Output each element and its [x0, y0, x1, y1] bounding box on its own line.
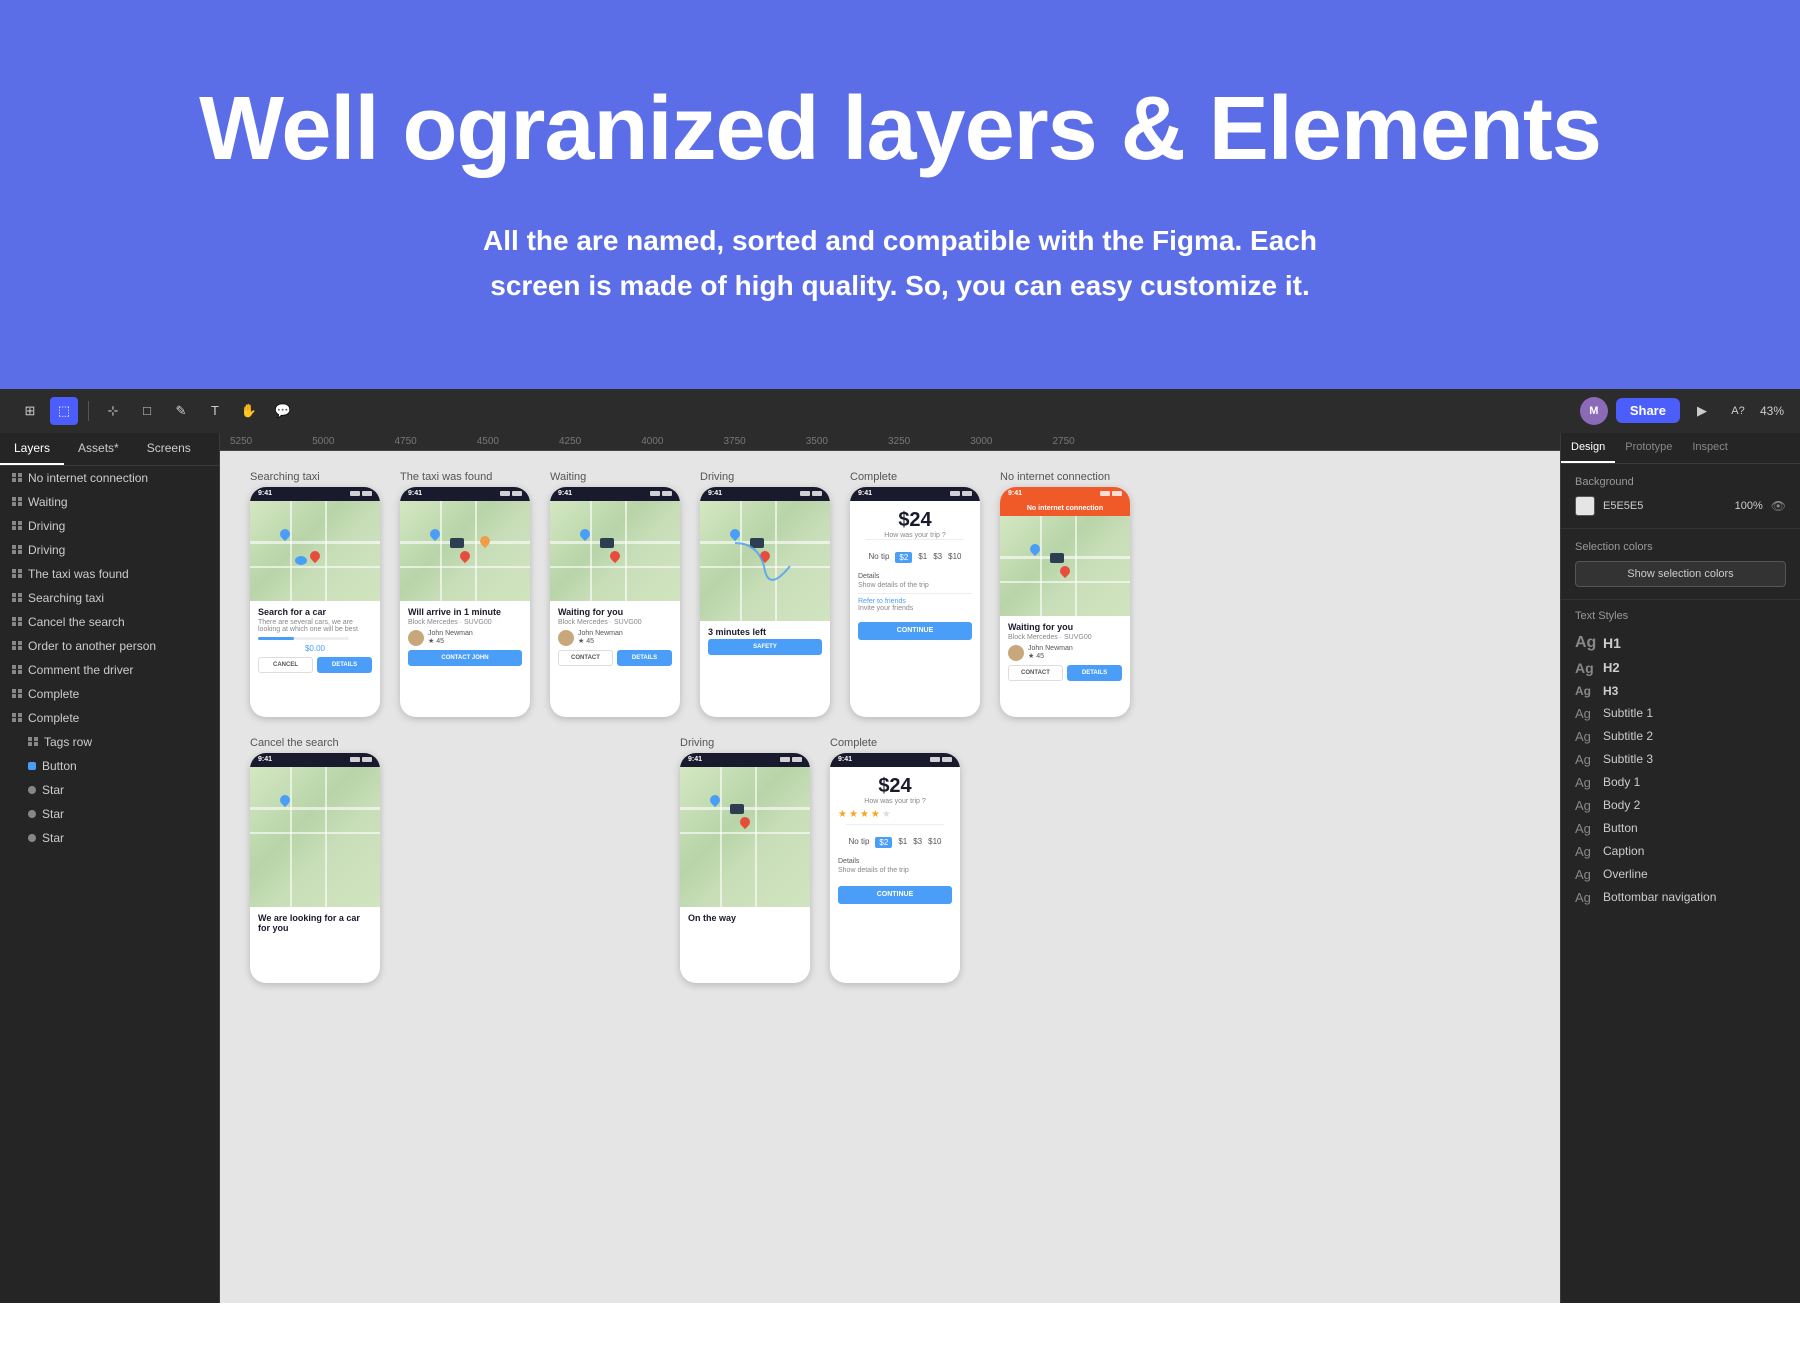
grid-tool-icon[interactable]: ⊞: [16, 397, 44, 425]
layer-waiting[interactable]: Waiting: [0, 490, 219, 514]
inspect-tab[interactable]: Inspect: [1682, 433, 1737, 463]
panel-tabs: Layers Assets* Screens: [0, 433, 219, 466]
phone-driving-2: 9:41 On the way: [680, 753, 810, 983]
screen-driving: Driving 9:41: [700, 471, 830, 717]
layer-button[interactable]: Button: [0, 754, 219, 778]
layer-comment-driver[interactable]: Comment the driver: [0, 658, 219, 682]
share-button[interactable]: Share: [1616, 398, 1680, 423]
phone-no-internet: 9:41 No internet connection Waiting for …: [1000, 487, 1130, 717]
frame-tool-icon[interactable]: ⬚: [50, 397, 78, 425]
layer-searching[interactable]: Searching taxi: [0, 586, 219, 610]
pen-tool-icon[interactable]: ✎: [167, 397, 195, 425]
screen-searching-taxi: Searching taxi 9:41 Search for a car: [250, 471, 380, 717]
text-styles-section: Text Styles Ag H1 Ag H2 Ag H3 Ag Subtitl…: [1561, 600, 1800, 919]
text-style-h1: Ag H1: [1575, 630, 1786, 656]
text-style-h3: Ag H3: [1575, 680, 1786, 702]
cursor-button[interactable]: A?: [1724, 397, 1752, 425]
screen-waiting: Waiting 9:41 Waiting for you Block: [550, 471, 680, 717]
phone-waiting: 9:41 Waiting for you Block Mercedes · SU…: [550, 487, 680, 717]
phone-cancel: 9:41 We are looking for a car for you: [250, 753, 380, 983]
layer-star-2[interactable]: Star: [0, 802, 219, 826]
selection-colors-section: Selection colors Show selection colors: [1561, 529, 1800, 600]
phone-complete-2: 9:41 $24 How was your trip ? ★★★★★ No ti…: [830, 753, 960, 983]
background-opacity-value: 100%: [1735, 500, 1763, 512]
layer-driving-2[interactable]: Driving: [0, 538, 219, 562]
layer-driving-1[interactable]: Driving: [0, 514, 219, 538]
screen-complete: Complete 9:41 $24 How was your trip ? No…: [850, 471, 980, 717]
text-style-body1: Ag Body 1: [1575, 771, 1786, 794]
hero-subtitle: All the are named, sorted and compatible…: [450, 219, 1350, 309]
layer-complete-1[interactable]: Complete: [0, 682, 219, 706]
background-color-value: E5E5E5: [1603, 500, 1727, 512]
phone-taxi-found: 9:41 Will arrive in 1 minute Block Merce…: [400, 487, 530, 717]
figma-body: Layers Assets* Screens No internet conne…: [0, 433, 1800, 1303]
screen-cancel-search: Cancel the search 9:41 We are looking fo…: [250, 737, 380, 983]
layer-tags-row[interactable]: Tags row: [0, 730, 219, 754]
layer-star-3[interactable]: Star: [0, 826, 219, 850]
layer-complete-2[interactable]: Complete: [0, 706, 219, 730]
toolbar-right: M Share ▶ A? 43%: [1580, 397, 1784, 425]
figma-toolbar: ⊞ ⬚ ⊹ □ ✎ T ✋ 💬 M Share ▶ A? 43%: [0, 389, 1800, 433]
hero-section: Well ogranized layers & Elements All the…: [0, 0, 1800, 389]
left-panel: Layers Assets* Screens No internet conne…: [0, 433, 220, 1303]
toolbar-sep-1: [88, 401, 89, 421]
text-style-caption: Ag Caption: [1575, 840, 1786, 863]
screens-tab[interactable]: Screens: [133, 433, 205, 465]
toolbar-left-tools: ⊞ ⬚ ⊹ □ ✎ T ✋ 💬: [16, 397, 297, 425]
play-button[interactable]: ▶: [1688, 397, 1716, 425]
text-tool-icon[interactable]: T: [201, 397, 229, 425]
comment-tool-icon[interactable]: 💬: [269, 397, 297, 425]
layer-star-1[interactable]: Star: [0, 778, 219, 802]
text-style-subtitle1: Ag Subtitle 1: [1575, 702, 1786, 725]
background-color-swatch[interactable]: [1575, 496, 1595, 516]
text-style-body2: Ag Body 2: [1575, 794, 1786, 817]
text-style-button: Ag Button: [1575, 817, 1786, 840]
frame-tool-2-icon[interactable]: □: [133, 397, 161, 425]
text-style-subtitle2: Ag Subtitle 2: [1575, 725, 1786, 748]
show-selection-colors-button[interactable]: Show selection colors: [1575, 561, 1786, 587]
right-panel-tabs: Design Prototype Inspect: [1561, 433, 1800, 464]
canvas-row-1: Searching taxi 9:41 Search for a car: [220, 451, 1560, 737]
phone-driving: 9:41 3 min: [700, 487, 830, 717]
right-panel: Design Prototype Inspect Background E5E5…: [1560, 433, 1800, 1303]
background-swatch-row: E5E5E5 100% 👁: [1575, 496, 1786, 516]
canvas-row-2: Cancel the search 9:41 We are looking fo…: [220, 737, 1560, 1003]
canvas-area: 5250 5000 4750 4500 4250 4000 3750 3500 …: [220, 433, 1560, 1303]
layer-cancel-search[interactable]: Cancel the search: [0, 610, 219, 634]
text-style-h2: Ag H2: [1575, 656, 1786, 680]
phone-searching: 9:41 Search for a car There are several …: [250, 487, 380, 717]
user-avatar: M: [1580, 397, 1608, 425]
phone-complete: 9:41 $24 How was your trip ? No tip$2 $1…: [850, 487, 980, 717]
layer-taxi-found[interactable]: The taxi was found: [0, 562, 219, 586]
screen-taxi-found: The taxi was found 9:41 Will arriv: [400, 471, 530, 717]
layer-no-internet[interactable]: No internet connection: [0, 466, 219, 490]
zoom-level[interactable]: 43%: [1760, 404, 1784, 418]
hero-title: Well ogranized layers & Elements: [20, 80, 1780, 179]
figma-section: ⊞ ⬚ ⊹ □ ✎ T ✋ 💬 M Share ▶ A? 43% Layers …: [0, 389, 1800, 1303]
assets-tab[interactable]: Assets*: [64, 433, 133, 465]
text-style-subtitle3: Ag Subtitle 3: [1575, 748, 1786, 771]
move-tool-icon[interactable]: ⊹: [99, 397, 127, 425]
prototype-tab[interactable]: Prototype: [1615, 433, 1682, 463]
screen-driving-2: Driving 9:41 On the way: [680, 737, 810, 983]
text-style-overline: Ag Overline: [1575, 863, 1786, 886]
screen-complete-2: Complete 9:41 $24 How was your trip ? ★★…: [830, 737, 960, 983]
text-style-bottombar: Ag Bottombar navigation: [1575, 886, 1786, 909]
layers-tab[interactable]: Layers: [0, 433, 64, 465]
layer-order-another[interactable]: Order to another person: [0, 634, 219, 658]
background-section: Background E5E5E5 100% 👁: [1561, 464, 1800, 529]
horizontal-ruler: 5250 5000 4750 4500 4250 4000 3750 3500 …: [220, 433, 1560, 451]
hand-tool-icon[interactable]: ✋: [235, 397, 263, 425]
visibility-icon[interactable]: 👁: [1771, 499, 1786, 513]
design-tab[interactable]: Design: [1561, 433, 1615, 463]
screen-no-internet: No internet connection 9:41 No internet …: [1000, 471, 1130, 717]
